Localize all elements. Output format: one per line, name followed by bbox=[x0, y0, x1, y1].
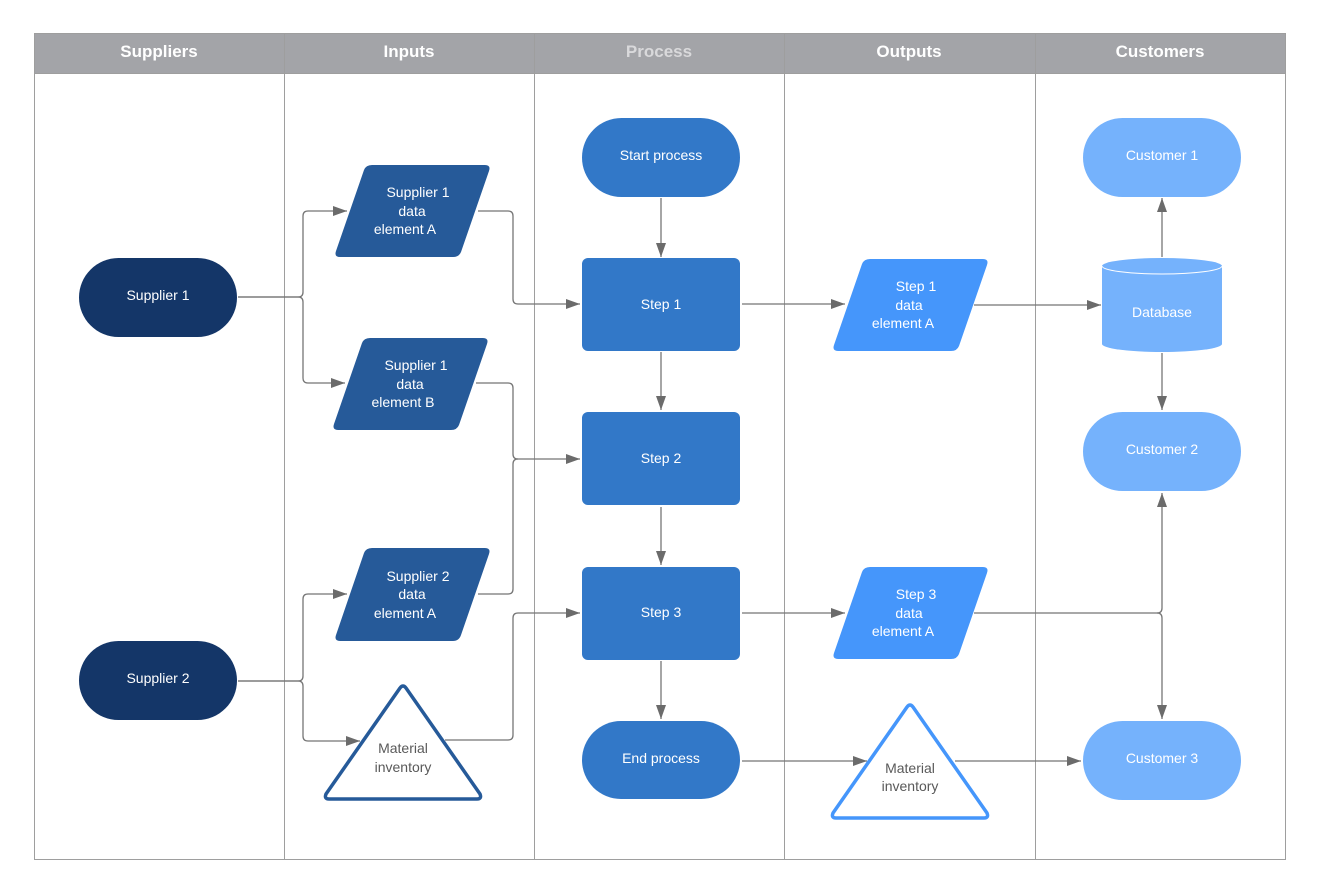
node-label: element A bbox=[374, 605, 437, 621]
node-label: inventory bbox=[882, 778, 939, 794]
node-customer-1[interactable]: Customer 1 bbox=[1083, 118, 1241, 197]
node-label: Supplier 1 bbox=[126, 287, 189, 303]
node-step-2[interactable]: Step 2 bbox=[582, 412, 740, 505]
node-label: element B bbox=[371, 394, 434, 410]
node-label: Step 1 bbox=[641, 296, 682, 312]
node-label: Start process bbox=[620, 147, 702, 163]
node-customer-2[interactable]: Customer 2 bbox=[1083, 412, 1241, 491]
node-end-process[interactable]: End process bbox=[582, 721, 740, 799]
node-supplier-1[interactable]: Supplier 1 bbox=[79, 258, 237, 337]
lane-header-process: Process bbox=[626, 42, 692, 61]
lane-header-suppliers: Suppliers bbox=[120, 42, 197, 61]
lane-header-inputs: Inputs bbox=[384, 42, 435, 61]
node-label: element A bbox=[872, 315, 935, 331]
node-supplier-2[interactable]: Supplier 2 bbox=[79, 641, 237, 720]
node-label: data bbox=[398, 203, 425, 219]
node-step-1[interactable]: Step 1 bbox=[582, 258, 740, 351]
node-label: Step 3 bbox=[896, 586, 937, 602]
node-label: Material bbox=[378, 740, 428, 756]
node-label: Step 3 bbox=[641, 604, 682, 620]
node-label: inventory bbox=[375, 759, 432, 775]
node-label: data bbox=[895, 297, 922, 313]
node-start-process[interactable]: Start process bbox=[582, 118, 740, 197]
lane-header-outputs: Outputs bbox=[876, 42, 941, 61]
node-step-3[interactable]: Step 3 bbox=[582, 567, 740, 660]
node-label: Supplier 1 bbox=[386, 184, 449, 200]
node-label: data bbox=[398, 586, 425, 602]
node-label: element A bbox=[374, 221, 437, 237]
node-label: Step 2 bbox=[641, 450, 682, 466]
node-label: Customer 2 bbox=[1126, 441, 1199, 457]
node-label: Material bbox=[885, 760, 935, 776]
node-database[interactable]: Database bbox=[1101, 258, 1223, 352]
node-label: Supplier 2 bbox=[126, 670, 189, 686]
node-label: Customer 1 bbox=[1126, 147, 1199, 163]
node-label: Supplier 1 bbox=[384, 357, 447, 373]
node-label: element A bbox=[872, 623, 935, 639]
node-label: Step 1 bbox=[896, 278, 937, 294]
lane-header-customers: Customers bbox=[1116, 42, 1205, 61]
sipoc-diagram: Suppliers Inputs Process Outputs Custome… bbox=[34, 33, 1286, 860]
node-customer-3[interactable]: Customer 3 bbox=[1083, 721, 1241, 800]
node-label: data bbox=[895, 605, 922, 621]
node-label: Database bbox=[1132, 304, 1192, 320]
node-label: Customer 3 bbox=[1126, 750, 1199, 766]
node-label: data bbox=[396, 376, 423, 392]
node-label: End process bbox=[622, 750, 700, 766]
node-label: Supplier 2 bbox=[386, 568, 449, 584]
